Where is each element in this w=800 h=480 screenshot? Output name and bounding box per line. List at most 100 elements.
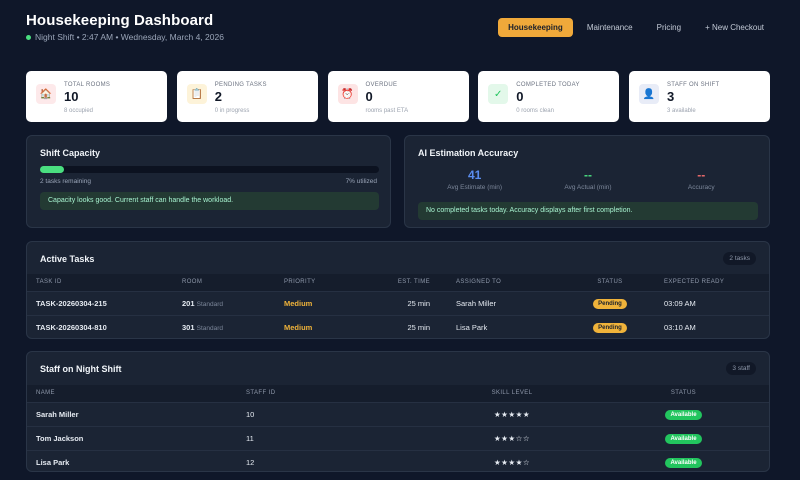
priority: Medium <box>284 314 366 339</box>
column-header: ASSIGNED TO <box>456 274 572 291</box>
stat-card-completed-today: ✓ COMPLETED TODAY 0 0 rooms clean <box>478 71 620 122</box>
status-badge: Pending <box>593 298 627 309</box>
stat-card-pending-tasks: 📋 PENDING TASKS 2 0 in progress <box>176 71 318 122</box>
shift-capacity-panel: Shift Capacity 2 tasks remaining 7% util… <box>26 135 391 228</box>
room-type: Standard <box>196 300 223 308</box>
staff-count-badge: 3 staff <box>726 362 756 375</box>
expected-ready: 03:09 AM <box>648 290 769 315</box>
stat-sub: 0 in progress <box>214 108 250 114</box>
staff-id: 10 <box>246 401 426 426</box>
staff-panel: Staff on Night Shift 3 staff NAME STAFF … <box>26 351 770 474</box>
status-cell: Available <box>598 401 769 426</box>
nav-tab-housekeeping[interactable]: Housekeeping <box>498 18 573 37</box>
alarm-clock-icon: ⏰ <box>337 84 358 104</box>
page-header: Housekeeping Dashboard Night Shift • 2:4… <box>26 12 774 46</box>
stat-card-total-rooms: 🏠 TOTAL ROOMS 10 8 occupied <box>26 71 167 122</box>
metric-label: Accuracy <box>687 184 715 191</box>
top-nav: Housekeeping Maintenance Pricing + New C… <box>494 18 774 37</box>
capacity-message: Capacity looks good. Current staff can h… <box>40 192 379 210</box>
shift-datetime: 2:47 AM • Wednesday, March 4, 2026 <box>81 32 224 42</box>
capacity-bar-fill <box>40 166 64 173</box>
status-cell: Pending <box>572 290 648 315</box>
est-time: 25 min <box>366 314 456 339</box>
assigned-to: Sarah Miller <box>456 290 572 315</box>
tasks-remaining: 2 tasks remaining <box>40 178 91 185</box>
active-tasks-panel: Active Tasks 2 tasks TASK ID ROOM PRIORI… <box>26 241 770 339</box>
stat-card-staff-on-shift: 👤 STAFF ON SHIFT 3 3 available <box>629 71 770 122</box>
stat-label: TOTAL ROOMS <box>64 82 111 88</box>
nav-tab-pricing[interactable]: Pricing <box>647 18 691 37</box>
utilization-text: 7% utilized <box>345 178 377 185</box>
column-header: PRIORITY <box>284 274 366 291</box>
status-badge: Available <box>665 457 702 468</box>
shift-status-dot <box>26 34 31 40</box>
column-header: ROOM <box>182 274 284 291</box>
column-header: EST. TIME <box>366 274 456 291</box>
nav-tab-maintenance[interactable]: Maintenance <box>577 18 643 37</box>
stat-sub: 8 occupied <box>64 108 94 114</box>
metric-avg-estimate: 41 Avg Estimate (min) <box>418 168 531 194</box>
stat-value: 0 <box>365 89 373 104</box>
stat-value: 10 <box>64 89 79 104</box>
metric-value: -- <box>697 168 706 182</box>
house-icon: 🏠 <box>36 84 56 104</box>
staff-table: NAME STAFF ID SKILL LEVEL STATUS Sarah M… <box>27 385 769 474</box>
expected-ready: 03:10 AM <box>648 314 769 339</box>
task-id: TASK-20260304-810 <box>27 314 182 339</box>
column-header: NAME <box>27 385 246 402</box>
table-row[interactable]: TASK-20260304-810 301 Standard Medium 25… <box>27 314 769 339</box>
metric-label: Avg Actual (min) <box>564 184 612 191</box>
ai-message: No completed tasks today. Accuracy displ… <box>418 202 758 220</box>
metric-value: 41 <box>467 168 482 182</box>
room-number: 201 <box>182 298 195 308</box>
stat-label: PENDING TASKS <box>214 82 267 88</box>
panel-title: AI Estimation Accuracy <box>418 148 519 158</box>
room-type: Standard <box>196 324 223 332</box>
table-row[interactable]: TASK-20260304-215 201 Standard Medium 25… <box>27 290 769 315</box>
checkmark-icon: ✓ <box>488 84 509 104</box>
table-row[interactable]: Tom Jackson 11 ★★★☆☆ Available <box>27 425 769 450</box>
status-badge: Pending <box>593 322 627 333</box>
room-cell: 201 Standard <box>182 290 284 315</box>
task-id: TASK-20260304-215 <box>27 290 182 315</box>
est-time: 25 min <box>366 290 456 315</box>
skill-rating: ★★★★☆ <box>426 449 598 474</box>
column-header: SKILL LEVEL <box>426 385 598 402</box>
ai-accuracy-panel: AI Estimation Accuracy 41 Avg Estimate (… <box>404 135 770 228</box>
stat-value: 2 <box>214 89 222 104</box>
shift-separator: • <box>74 32 82 42</box>
staff-name: Lisa Park <box>27 449 246 474</box>
ai-metrics: 41 Avg Estimate (min) -- Avg Actual (min… <box>418 168 758 194</box>
assigned-to: Lisa Park <box>456 314 572 339</box>
column-header: STATUS <box>598 385 769 402</box>
room-cell: 301 Standard <box>182 314 284 339</box>
column-header: EXPECTED READY <box>648 274 769 291</box>
status-cell: Pending <box>572 314 648 339</box>
metric-value: -- <box>583 168 592 182</box>
table-header-row: NAME STAFF ID SKILL LEVEL STATUS <box>27 385 769 402</box>
table-row[interactable]: Sarah Miller 10 ★★★★★ Available <box>27 401 769 426</box>
stat-card-overdue: ⏰ OVERDUE 0 rooms past ETA <box>327 71 469 122</box>
stat-value: 0 <box>516 89 524 104</box>
staff-id: 11 <box>246 425 426 450</box>
staff-id: 12 <box>246 449 426 474</box>
skill-rating: ★★★★★ <box>426 401 598 426</box>
stat-sub: rooms past ETA <box>365 108 409 114</box>
stat-sub: 3 available <box>667 108 696 114</box>
table-header-row: TASK ID ROOM PRIORITY EST. TIME ASSIGNED… <box>27 274 769 291</box>
status-badge: Available <box>665 409 702 420</box>
metric-avg-actual: -- Avg Actual (min) <box>531 168 644 194</box>
table-row[interactable]: Lisa Park 12 ★★★★☆ Available <box>27 449 769 474</box>
stat-sub: 0 rooms clean <box>516 108 554 114</box>
status-badge: Available <box>665 433 702 444</box>
metric-accuracy: -- Accuracy <box>645 168 758 194</box>
stat-value: 3 <box>667 89 675 104</box>
new-checkout-button[interactable]: + New Checkout <box>695 18 774 37</box>
clipboard-icon: 📋 <box>186 84 207 104</box>
room-number: 301 <box>182 322 195 332</box>
task-count-badge: 2 tasks <box>723 252 756 265</box>
column-header: TASK ID <box>27 274 182 291</box>
column-header: STATUS <box>572 274 648 291</box>
stat-label: COMPLETED TODAY <box>516 82 580 88</box>
panel-title: Shift Capacity <box>40 148 101 158</box>
